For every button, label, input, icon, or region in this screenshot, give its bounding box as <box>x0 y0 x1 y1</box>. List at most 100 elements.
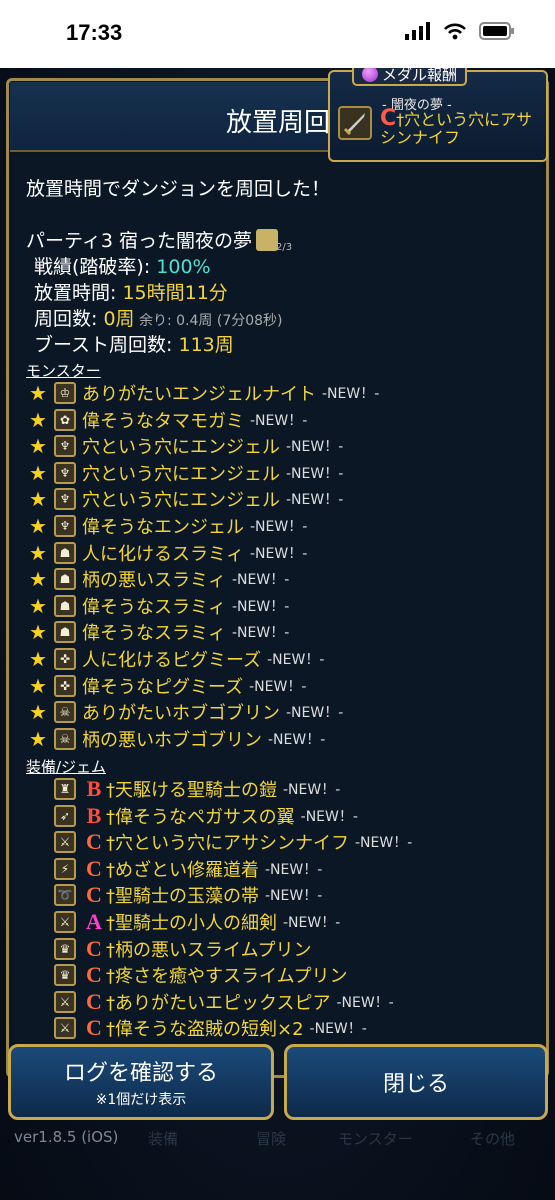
new-tag: -NEW！- <box>286 705 344 722</box>
medal-reward-item-name: †穴という穴にアサシンナイフ <box>380 110 533 147</box>
new-tag: -NEW！- <box>300 808 358 825</box>
close-button[interactable]: 閉じる <box>284 1044 548 1120</box>
new-tag: -NEW！- <box>232 572 290 589</box>
monster-name: 穴という穴にエンジェル <box>82 490 280 512</box>
status-icons <box>405 22 515 40</box>
equipment-name: †聖騎士の小人の細剣 <box>106 913 277 934</box>
equipment-icon: ⚡ <box>54 857 76 880</box>
equipment-row: ➰ C †聖騎士の玉藻の帯 -NEW！- <box>26 882 322 908</box>
star-icon: ★ <box>29 460 47 485</box>
stat-laps: 周回数: 0周 余り: 0.4周 (7分08秒) <box>34 304 283 331</box>
stat-idle-label: 放置時間: <box>34 282 123 304</box>
monster-name: 偉そうなスラミィ <box>82 596 226 618</box>
equipment-row: ♜ B †天駆ける聖騎士の鎧 -NEW！- <box>26 776 340 802</box>
new-tag: -NEW！- <box>232 625 290 642</box>
monster-row: ★ ♆ 穴という穴にエンジェル -NEW！- <box>26 433 343 459</box>
star-icon: ★ <box>29 434 47 459</box>
monster-name: 偉そうなエンジェル <box>82 517 244 538</box>
stat-boost-value: 113周 <box>178 334 234 356</box>
rank-letter: C <box>86 935 102 961</box>
stat-boost: ブースト周回数: 113周 <box>34 330 234 357</box>
view-log-label: ログを確認する <box>63 1061 218 1086</box>
monster-name: 人に化けるスラミィ <box>82 543 244 565</box>
equipment-name: †偉そうなペガサスの翼 <box>106 806 295 828</box>
monster-icon: ♔ <box>54 382 76 404</box>
equipment-row: ⚔ C †偉そうな盗賊の短剣×2 -NEW！- <box>26 1015 367 1041</box>
equipment-name: †偉そうな盗賊の短剣×2 <box>106 1019 304 1041</box>
monster-row: ★ ✜ 偉そうなピグミーズ -NEW！- <box>26 673 306 699</box>
star-icon: ★ <box>29 567 47 592</box>
monster-name: 偉そうなスラミィ <box>82 623 226 645</box>
party-line: パーティ3 宿った闇夜の夢 2/3 <box>26 226 292 253</box>
new-tag: -NEW！- <box>322 386 380 402</box>
result-content[interactable]: 放置時間でダンジョンを周回した！ パーティ3 宿った闇夜の夢 2/3 戦績(踏破… <box>12 156 542 1056</box>
rank-letter: C <box>86 829 102 855</box>
new-tag: -NEW！- <box>309 1021 367 1038</box>
new-tag: -NEW！- <box>265 888 323 905</box>
view-log-note: ※1個だけ表示 <box>95 1092 187 1108</box>
equipment-heading: 装備/ジェム <box>26 758 107 776</box>
monster-icon: ☗ <box>54 541 76 564</box>
equipment-icon: ⚔ <box>54 911 76 933</box>
medal-reward-item: C†穴という穴にアサシンナイフ <box>380 108 548 147</box>
monster-row: ★ ♆ 穴という穴にエンジェル -NEW！- <box>26 460 343 486</box>
close-label: 閉じる <box>382 1072 449 1097</box>
equipment-row: ♛ C †柄の悪いスライムプリン <box>26 936 318 962</box>
equipment-row: ⚔ A †聖騎士の小人の細剣 -NEW！- <box>26 909 340 935</box>
stat-boost-label: ブースト周回数: <box>34 334 179 356</box>
equipment-icon: ♛ <box>54 964 76 987</box>
signal-icon <box>405 22 430 40</box>
stat-laps-label: 周回数: <box>34 308 104 330</box>
rank-letter: C <box>86 882 102 908</box>
monster-name: 穴という穴にエンジェル <box>82 437 280 459</box>
view-log-button[interactable]: ログを確認する ※1個だけ表示 <box>8 1044 274 1120</box>
star-icon: ★ <box>29 593 47 618</box>
star-icon: ★ <box>29 647 47 671</box>
party-fraction: 2/3 <box>276 242 293 253</box>
monster-name: ありがたいホブゴブリン <box>82 703 280 725</box>
equipment-icon: ♜ <box>54 778 76 800</box>
star-icon: ★ <box>29 726 47 751</box>
monster-icon: ♆ <box>54 515 76 537</box>
monster-row: ★ ☗ 偉そうなスラミィ -NEW！- <box>26 593 289 619</box>
new-tag: -NEW！- <box>283 915 341 931</box>
equipment-name: †柄の悪いスライムプリン <box>106 939 312 961</box>
monster-row: ★ ♔ ありがたいエンジェルナイト -NEW！- <box>26 380 379 406</box>
monster-icon: ☗ <box>54 568 76 591</box>
star-icon: ★ <box>29 673 47 698</box>
equipment-name: †穴という穴にアサシンナイフ <box>106 833 349 855</box>
medal-orb-icon <box>362 68 378 82</box>
equipment-row: ➶ B †偉そうなペガサスの翼 -NEW！- <box>26 803 358 829</box>
monster-name: 柄の悪いスラミィ <box>82 570 226 592</box>
monster-row: ★ ☠ ありがたいホブゴブリン -NEW！- <box>26 699 343 725</box>
monster-row: ★ ♆ 穴という穴にエンジェル -NEW！- <box>26 486 343 512</box>
ghost-tab-equip: 装備 <box>148 1130 179 1148</box>
rank-letter: C <box>86 1015 102 1041</box>
monster-row: ★ ✜ 人に化けるピグミーズ -NEW！- <box>26 646 324 672</box>
new-tag: -NEW！- <box>250 412 308 429</box>
party-dream-icon <box>256 228 278 251</box>
monster-icon: ☗ <box>54 594 76 617</box>
equipment-name: †めざとい修羅道着 <box>106 859 259 881</box>
rank-letter: A <box>86 909 102 934</box>
ghost-tab-adventure: 冒険 <box>256 1130 287 1148</box>
medal-reward-card[interactable]: メダル報酬 - 闇夜の夢 - C†穴という穴にアサシンナイフ <box>328 68 548 162</box>
monster-icon: ♆ <box>54 461 76 484</box>
star-icon: ★ <box>29 700 47 725</box>
equipment-name: †聖騎士の玉藻の帯 <box>106 886 259 908</box>
game-screen: 放置周回 メダル報酬 - 闇夜の夢 - C†穴という穴にアサシンナイフ 放置時間… <box>0 68 555 1200</box>
status-bar: 17:33 <box>0 0 555 68</box>
equipment-name: †ありがたいエピックスピア <box>106 992 331 1014</box>
star-icon: ★ <box>29 487 47 512</box>
new-tag: -NEW！- <box>286 492 344 509</box>
monster-name: 人に化けるピグミーズ <box>82 650 262 671</box>
new-tag: -NEW！- <box>355 835 413 852</box>
equipment-name: †疼さを癒やすスライムプリン <box>106 966 348 988</box>
new-tag: -NEW！- <box>232 598 290 615</box>
battery-icon <box>479 22 514 40</box>
rank-letter: B <box>86 776 102 801</box>
monster-name: 偉そうなピグミーズ <box>82 676 244 698</box>
version-text: ver1.8.5 (iOS) <box>14 1128 119 1146</box>
medal-reward-label: メダル報酬 <box>382 68 458 84</box>
monster-row: ★ ♆ 偉そうなエンジェル -NEW！- <box>26 513 307 539</box>
